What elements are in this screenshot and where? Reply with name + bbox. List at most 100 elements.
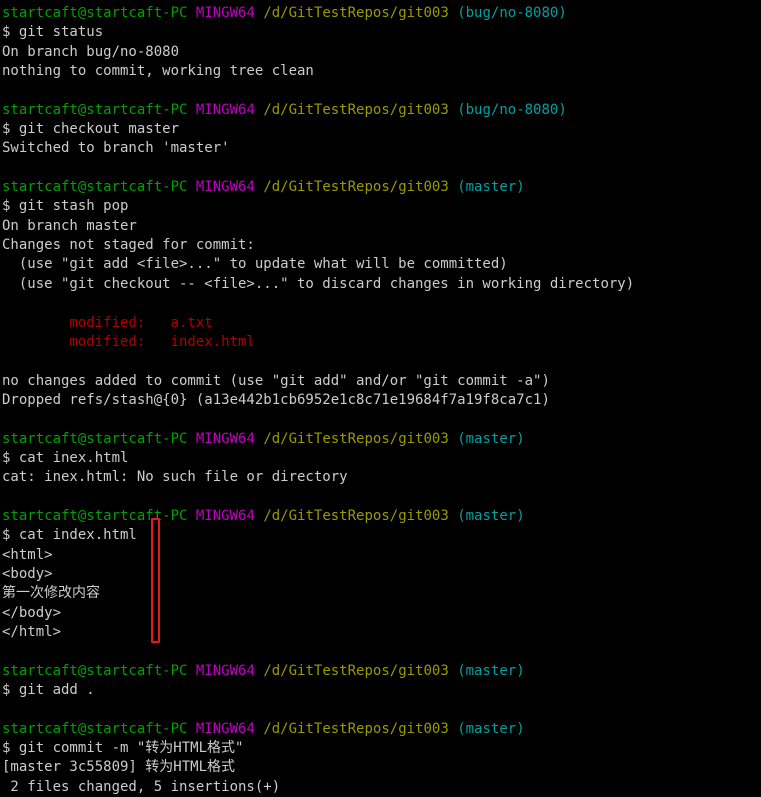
prompt-line: startcaft@startcaft-PC MINGW64 /d/GitTes… <box>2 720 761 739</box>
output-text: no changes added to commit (use "git add… <box>2 372 550 389</box>
output-text: On branch master <box>2 217 137 234</box>
prompt-user-host: startcaft@startcaft-PC <box>2 430 188 447</box>
output-line: 2 files changed, 5 insertions(+) <box>2 778 761 797</box>
prompt-user-host: startcaft@startcaft-PC <box>2 507 188 524</box>
output-text: <html> <box>2 546 53 563</box>
output-text: </html> <box>2 624 62 640</box>
prompt-path: /d/GitTestRepos/git003 <box>263 662 449 679</box>
prompt-user-host: startcaft@startcaft-PC <box>2 720 188 737</box>
prompt-line: startcaft@startcaft-PC MINGW64 /d/GitTes… <box>2 507 761 526</box>
output-line: On branch master <box>2 217 761 236</box>
output-text: nothing to commit, working tree clean <box>2 63 314 80</box>
output-line: </body> <box>2 604 761 623</box>
output-text: [master 3c55809] 转为HTML格式 <box>2 759 236 776</box>
command-text: $ git stash pop <box>2 198 129 215</box>
prompt-user-host: startcaft@startcaft-PC <box>2 179 188 196</box>
prompt-path: /d/GitTestRepos/git003 <box>263 179 449 196</box>
prompt-shell-label: MINGW64 <box>195 101 255 118</box>
output-line: Dropped refs/stash@{0} (a13e442b1cb6952e… <box>2 391 761 410</box>
modified-file-line: modified: index.html <box>2 333 761 352</box>
command-text: $ cat inex.html <box>2 449 129 466</box>
prompt-user-host: startcaft@startcaft-PC <box>2 101 188 118</box>
output-line: <body> <box>2 565 761 584</box>
modified-file-line: modified: a.txt <box>2 314 761 333</box>
output-text: (use "git checkout -- <file>..." to disc… <box>2 275 635 292</box>
prompt-line: startcaft@startcaft-PC MINGW64 /d/GitTes… <box>2 662 761 681</box>
prompt-branch: (master) <box>457 430 525 447</box>
output-line: no changes added to commit (use "git add… <box>2 372 761 391</box>
modified-file-text: modified: index.html <box>2 333 255 350</box>
output-line: [master 3c55809] 转为HTML格式 <box>2 758 761 777</box>
prompt-shell-label: MINGW64 <box>195 5 255 21</box>
output-text: (use "git add <file>..." to update what … <box>2 256 508 273</box>
prompt-line: startcaft@startcaft-PC MINGW64 /d/GitTes… <box>2 178 761 197</box>
modified-file-text: modified: a.txt <box>2 314 213 331</box>
prompt-branch: (master) <box>457 507 525 524</box>
prompt-branch: (master) <box>457 179 525 196</box>
terminal-window[interactable]: startcaft@startcaft-PC MINGW64 /d/GitTes… <box>0 0 761 795</box>
terminal-screen[interactable]: startcaft@startcaft-PC MINGW64 /d/GitTes… <box>2 4 761 797</box>
output-line: </html> <box>2 623 761 642</box>
output-text: On branch bug/no-8080 <box>2 43 180 60</box>
output-line: (use "git checkout -- <file>..." to disc… <box>2 275 761 294</box>
output-text: 2 files changed, 5 insertions(+) <box>2 778 281 795</box>
output-line: nothing to commit, working tree clean <box>2 62 761 81</box>
prompt-shell-label: MINGW64 <box>195 662 255 679</box>
prompt-branch: (bug/no-8080) <box>457 101 567 118</box>
command-line[interactable]: $ git status <box>2 23 761 42</box>
prompt-path: /d/GitTestRepos/git003 <box>263 720 449 737</box>
output-line: On branch bug/no-8080 <box>2 43 761 62</box>
command-text: $ cat index.html <box>2 527 137 544</box>
prompt-branch: (bug/no-8080) <box>457 5 567 21</box>
prompt-shell-label: MINGW64 <box>195 720 255 737</box>
output-text: <body> <box>2 565 53 582</box>
prompt-shell-label: MINGW64 <box>195 179 255 196</box>
output-text: Changes not staged for commit: <box>2 237 255 254</box>
command-line[interactable]: $ cat index.html <box>2 526 761 545</box>
prompt-user-host: startcaft@startcaft-PC <box>2 662 188 679</box>
prompt-line: startcaft@startcaft-PC MINGW64 /d/GitTes… <box>2 101 761 120</box>
prompt-path: /d/GitTestRepos/git003 <box>263 101 449 118</box>
output-line: <html> <box>2 546 761 565</box>
output-text: cat: inex.html: No such file or director… <box>2 469 348 486</box>
command-line[interactable]: $ git checkout master <box>2 120 761 139</box>
prompt-user-host: startcaft@startcaft-PC <box>2 5 188 21</box>
prompt-path: /d/GitTestRepos/git003 <box>263 430 449 447</box>
output-text: Dropped refs/stash@{0} (a13e442b1cb6952e… <box>2 391 550 408</box>
output-line: 第一次修改内容 <box>2 584 761 603</box>
output-text: 第一次修改内容 <box>2 585 100 602</box>
command-text: $ git add . <box>2 682 95 699</box>
prompt-line: startcaft@startcaft-PC MINGW64 /d/GitTes… <box>2 4 761 23</box>
command-text: $ git commit -m "转为HTML格式" <box>2 740 244 757</box>
command-line[interactable]: $ cat inex.html <box>2 449 761 468</box>
prompt-shell-label: MINGW64 <box>195 430 255 447</box>
command-text: $ git checkout master <box>2 121 180 138</box>
command-text: $ git status <box>2 24 104 41</box>
command-line[interactable]: $ git commit -m "转为HTML格式" <box>2 739 761 758</box>
command-line[interactable]: $ git stash pop <box>2 197 761 216</box>
prompt-path: /d/GitTestRepos/git003 <box>263 507 449 524</box>
command-line[interactable]: $ git add . <box>2 681 761 700</box>
